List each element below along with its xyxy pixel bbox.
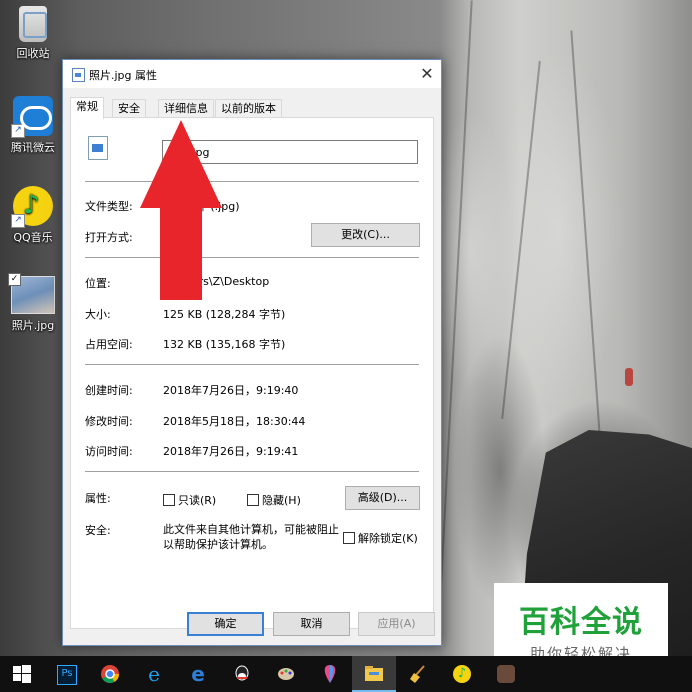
desktop-icon-label: QQ音乐 — [13, 231, 53, 244]
separator — [85, 471, 419, 472]
readonly-label: 只读(R) — [178, 494, 217, 507]
security-message: 此文件来自其他计算机，可能被阻止以帮助保护该计算机。 — [163, 523, 339, 551]
qq-icon — [235, 665, 249, 681]
desktop-icon-recycle-bin[interactable]: 回收站 — [3, 6, 63, 61]
climber-figure — [625, 368, 633, 386]
general-panel: 照片.jpg 文件类型: JPG 文件 (.jpg) 打开方式: 更改(C)..… — [70, 117, 434, 629]
tab-previous-versions[interactable]: 以前的版本 — [215, 99, 282, 118]
checkbox-icon — [247, 494, 259, 506]
desktop-icon-label: 照片.jpg — [11, 319, 55, 332]
wallpaper-crack — [570, 30, 602, 450]
qq-music-icon: ↗ — [11, 186, 53, 228]
properties-dialog: 照片.jpg 属性 ✕ 常规 安全 详细信息 以前的版本 照片.jpg 文件类型… — [62, 59, 442, 646]
wallpaper-crack — [501, 60, 541, 420]
qqmusic-icon: ♪ — [453, 665, 471, 683]
tencent-cloud-icon: ↗ — [11, 96, 53, 138]
dialog-titlebar[interactable]: 照片.jpg 属性 ✕ — [63, 60, 441, 88]
modified-label: 修改时间: — [85, 415, 133, 428]
balloon-icon — [324, 665, 336, 683]
tab-security[interactable]: 安全 — [112, 99, 146, 118]
advanced-button[interactable]: 高级(D)... — [345, 486, 420, 510]
size-label: 大小: — [85, 308, 111, 321]
checkbox-icon — [163, 494, 175, 506]
separator — [85, 257, 419, 258]
desktop-icon-label: 腾讯微云 — [11, 141, 55, 154]
file-explorer-icon — [365, 666, 383, 681]
cancel-button[interactable]: 取消 — [273, 612, 350, 636]
ie-icon: e — [148, 662, 160, 686]
dialog-title: 照片.jpg 属性 — [89, 69, 158, 82]
game-icon — [497, 665, 515, 683]
recycle-bin-icon — [19, 6, 47, 42]
photoshop-icon: Ps — [57, 665, 77, 685]
windows-start-icon — [13, 665, 31, 683]
chrome-icon — [101, 665, 119, 683]
shortcut-arrow-icon: ↗ — [11, 214, 25, 228]
location-label: 位置: — [85, 277, 111, 290]
attributes-label: 属性: — [85, 492, 111, 505]
file-type-label: 文件类型: — [85, 200, 133, 213]
checkbox-icon: ✓ — [8, 273, 21, 286]
hidden-checkbox[interactable]: 隐藏(H) — [247, 492, 301, 508]
taskbar-chrome[interactable] — [88, 656, 132, 692]
red-arrow-annotation — [140, 120, 222, 300]
shortcut-arrow-icon: ↗ — [11, 124, 25, 138]
red-arrow-shape — [140, 120, 222, 300]
image-file-icon — [72, 68, 85, 82]
taskbar-edge[interactable]: e — [176, 656, 220, 692]
taskbar-internet-explorer[interactable]: e — [132, 656, 176, 692]
taskbar-file-explorer[interactable] — [352, 656, 396, 692]
broom-icon — [410, 665, 425, 683]
apply-button[interactable]: 应用(A) — [358, 612, 435, 636]
taskbar: Ps e e ♪ — [0, 656, 692, 692]
change-button[interactable]: 更改(C)... — [311, 223, 420, 247]
separator — [85, 181, 419, 182]
image-file-icon — [88, 136, 108, 160]
desktop-icon-photo-jpg[interactable]: ✓ 照片.jpg — [3, 273, 63, 333]
taskbar-qq[interactable] — [220, 656, 264, 692]
desktop-icon-tencent-cloud[interactable]: ↗ 腾讯微云 — [3, 96, 63, 155]
disk-size-label: 占用空间: — [85, 338, 133, 351]
hidden-label: 隐藏(H) — [262, 494, 301, 507]
taskbar-game[interactable] — [484, 656, 528, 692]
size-value: 125 KB (128,284 字节) — [163, 308, 286, 321]
tab-details[interactable]: 详细信息 — [158, 99, 214, 118]
image-file-icon: ✓ — [8, 273, 55, 314]
readonly-checkbox[interactable]: 只读(R) — [163, 492, 216, 508]
created-label: 创建时间: — [85, 384, 133, 397]
disk-size-value: 132 KB (135,168 字节) — [163, 338, 286, 351]
taskbar-cleaner[interactable] — [396, 656, 440, 692]
separator — [85, 364, 419, 365]
taskbar-balloon-app[interactable] — [308, 656, 352, 692]
taskbar-paint[interactable] — [264, 656, 308, 692]
open-with-label: 打开方式: — [85, 231, 133, 244]
security-label: 安全: — [85, 524, 111, 537]
wallpaper-crack — [439, 0, 473, 600]
unblock-label: 解除锁定(K) — [358, 532, 418, 545]
start-button[interactable] — [0, 656, 44, 692]
close-icon[interactable]: ✕ — [413, 60, 441, 88]
paint-icon — [278, 668, 294, 680]
taskbar-qq-music[interactable]: ♪ — [440, 656, 484, 692]
unblock-checkbox[interactable]: 解除锁定(K) — [343, 530, 418, 546]
tab-general[interactable]: 常规 — [70, 97, 104, 119]
accessed-label: 访问时间: — [85, 445, 133, 458]
desktop-icon-label: 回收站 — [16, 47, 50, 60]
created-value: 2018年7月26日，9:19:40 — [163, 384, 299, 397]
checkbox-icon — [343, 532, 355, 544]
modified-value: 2018年5月18日，18:30:44 — [163, 415, 306, 428]
ok-button[interactable]: 确定 — [187, 612, 264, 636]
taskbar-photoshop[interactable]: Ps — [44, 656, 88, 692]
edge-icon: e — [191, 662, 205, 686]
desktop-icon-qq-music[interactable]: ↗ QQ音乐 — [3, 186, 63, 245]
accessed-value: 2018年7月26日，9:19:41 — [163, 445, 299, 458]
watermark-title: 百科全说 — [519, 605, 643, 640]
watermark: 百科全说 助你轻松解决 — [494, 583, 668, 667]
